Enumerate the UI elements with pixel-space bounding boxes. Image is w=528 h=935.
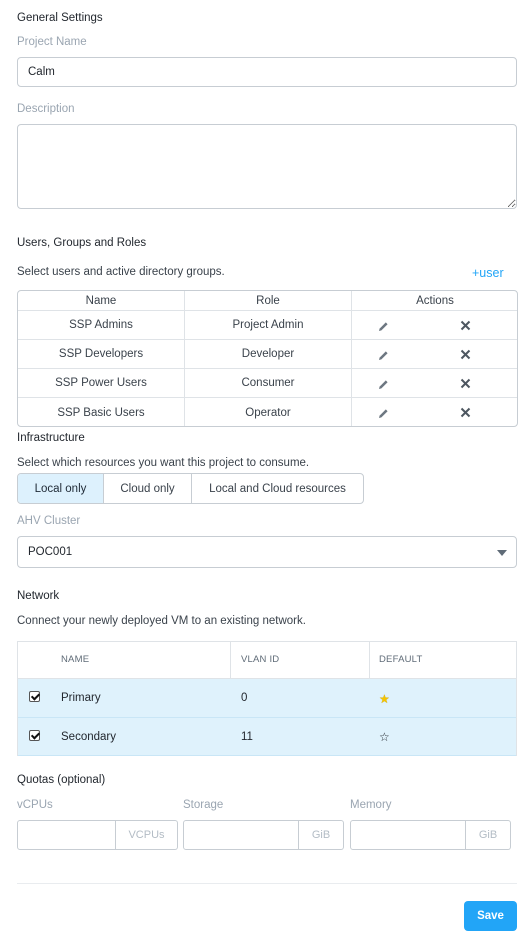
- network-checkbox[interactable]: [29, 691, 40, 702]
- user-role: Consumer: [241, 377, 295, 389]
- table-row: SSP Power Users Consumer: [18, 368, 517, 397]
- vcpus-input[interactable]: [17, 820, 116, 850]
- general-settings-title: General Settings: [17, 12, 103, 24]
- option-local-and-cloud[interactable]: Local and Cloud resources: [191, 474, 363, 503]
- pencil-icon[interactable]: [377, 320, 389, 332]
- vcpus-label: vCPUs: [17, 799, 53, 811]
- description-label: Description: [17, 103, 75, 115]
- users-col-name: Name: [85, 294, 117, 307]
- network-name: Secondary: [61, 731, 116, 743]
- star-filled-icon[interactable]: ★: [379, 692, 390, 706]
- pencil-icon[interactable]: [377, 407, 389, 419]
- user-role: Operator: [245, 406, 291, 419]
- chevron-down-icon: [497, 550, 507, 556]
- user-name: SSP Admins: [69, 319, 133, 331]
- close-icon[interactable]: [459, 348, 471, 360]
- network-col-default: DEFAULT: [379, 654, 423, 665]
- memory-label: Memory: [350, 799, 392, 811]
- network-name: Primary: [61, 692, 101, 704]
- vcpus-unit: VCPUs: [116, 820, 178, 850]
- option-cloud-only[interactable]: Cloud only: [103, 474, 191, 503]
- project-name-field[interactable]: Calm: [17, 57, 517, 87]
- user-role: Developer: [241, 348, 295, 360]
- network-vlan: 0: [241, 692, 248, 704]
- pencil-icon[interactable]: [377, 378, 389, 390]
- table-row: SSP Developers Developer: [18, 339, 517, 368]
- network-help-text: Connect your newly deployed VM to an exi…: [17, 615, 306, 627]
- project-name-label: Project Name: [17, 36, 87, 48]
- storage-label: Storage: [183, 799, 224, 811]
- save-button[interactable]: Save: [464, 901, 517, 931]
- network-table: NAME VLAN ID DEFAULT Primary 0 ★ Seconda…: [17, 641, 517, 756]
- table-row: SSP Admins Project Admin: [18, 310, 517, 339]
- ahv-cluster-value: POC001: [28, 546, 73, 558]
- option-local-only[interactable]: Local only: [18, 474, 103, 503]
- ahv-cluster-label: AHV Cluster: [17, 515, 81, 527]
- project-name-value: Calm: [28, 66, 55, 78]
- users-col-role: Role: [256, 294, 280, 307]
- users-table: Name Role Actions SSP Admins Project Adm…: [17, 290, 518, 427]
- network-title: Network: [17, 590, 60, 602]
- network-checkbox[interactable]: [29, 730, 40, 741]
- close-icon[interactable]: [459, 377, 471, 389]
- pencil-icon[interactable]: [377, 349, 389, 361]
- quotas-title: Quotas (optional): [17, 774, 106, 786]
- ahv-cluster-select[interactable]: POC001: [17, 536, 517, 568]
- network-table-header: NAME VLAN ID DEFAULT: [18, 642, 516, 679]
- users-col-actions: Actions: [416, 294, 454, 307]
- user-name: SSP Basic Users: [57, 406, 145, 419]
- user-name: SSP Developers: [58, 348, 144, 360]
- infrastructure-help-text: Select which resources you want this pro…: [17, 457, 310, 469]
- users-table-header: Name Role Actions: [18, 291, 517, 310]
- table-row: SSP Basic Users Operator: [18, 397, 517, 426]
- footer-divider: [17, 883, 517, 884]
- storage-input[interactable]: [183, 820, 299, 850]
- table-row: Secondary 11 ☆: [18, 718, 516, 756]
- memory-input[interactable]: [350, 820, 466, 850]
- user-name: SSP Power Users: [55, 377, 147, 389]
- description-field[interactable]: [17, 124, 517, 209]
- table-row: Primary 0 ★: [18, 679, 516, 718]
- users-help-text: Select users and active directory groups…: [17, 266, 225, 278]
- network-vlan: 11: [241, 731, 253, 743]
- network-col-name: NAME: [61, 654, 90, 665]
- infrastructure-title: Infrastructure: [17, 432, 85, 444]
- close-icon[interactable]: [459, 319, 471, 331]
- users-section-title: Users, Groups and Roles: [17, 237, 147, 249]
- storage-unit: GiB: [299, 820, 344, 850]
- memory-unit: GiB: [466, 820, 511, 850]
- network-col-vlan: VLAN ID: [241, 654, 280, 665]
- user-role: Project Admin: [232, 319, 304, 331]
- resource-type-selector: Local only Cloud only Local and Cloud re…: [17, 473, 364, 504]
- star-outline-icon[interactable]: ☆: [379, 730, 390, 744]
- add-user-link[interactable]: +user: [472, 266, 504, 280]
- close-icon[interactable]: [459, 406, 471, 418]
